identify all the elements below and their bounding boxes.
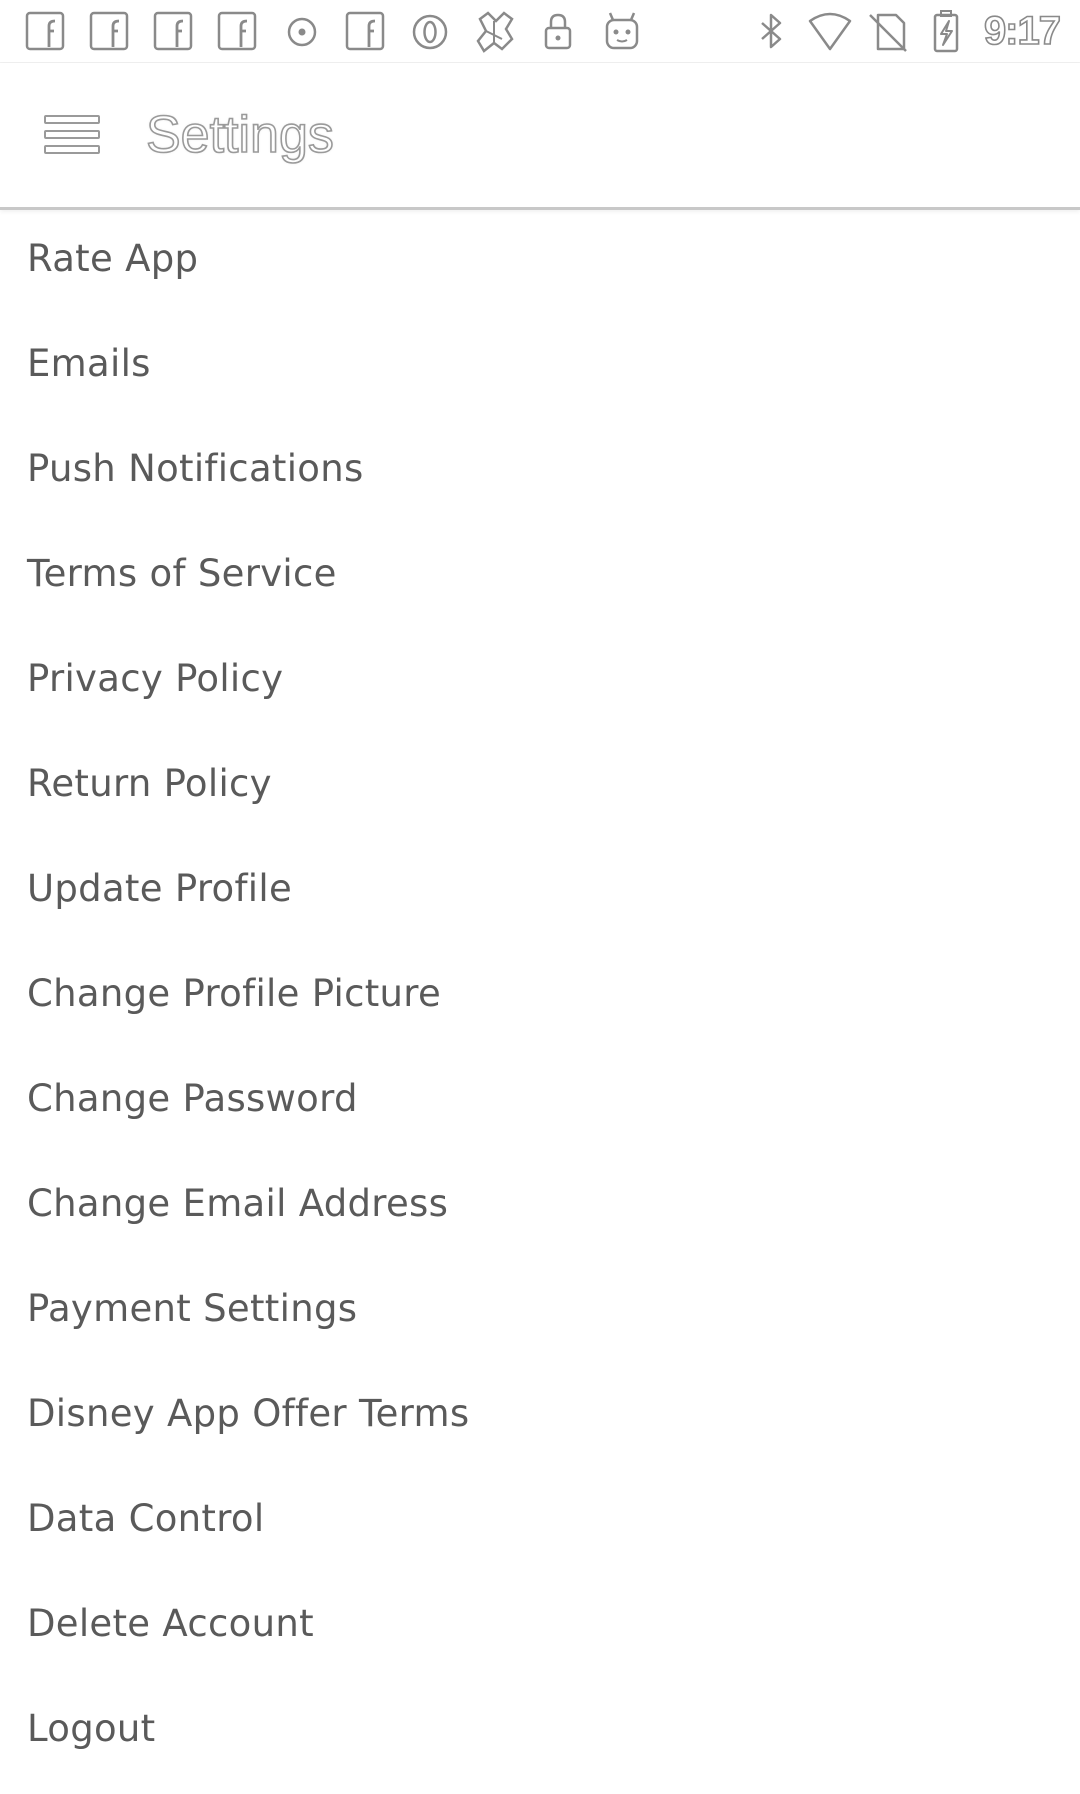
android-icon <box>600 9 644 53</box>
record-icon <box>280 9 324 53</box>
facebook-icon <box>152 9 196 53</box>
status-bar: 9:17 <box>0 0 1080 63</box>
settings-item-label: Logout <box>27 1707 156 1750</box>
settings-item-label: Rate App <box>27 237 199 280</box>
settings-item-push-notifications[interactable]: Push Notifications <box>0 422 1080 527</box>
settings-item-label: Change Profile Picture <box>27 972 442 1015</box>
settings-item-label: Disney App Offer Terms <box>27 1392 470 1435</box>
settings-item-rate-app[interactable]: Rate App <box>0 212 1080 317</box>
notification-icons <box>24 8 644 54</box>
settings-item-label: Change Email Address <box>27 1182 449 1225</box>
settings-item-privacy-policy[interactable]: Privacy Policy <box>0 632 1080 737</box>
settings-item-label: Return Policy <box>27 762 272 805</box>
settings-item-change-profile-picture[interactable]: Change Profile Picture <box>0 947 1080 1052</box>
facebook-icon <box>88 9 132 53</box>
settings-item-label: Privacy Policy <box>27 657 284 700</box>
settings-item-logout[interactable]: Logout <box>0 1682 1080 1787</box>
settings-item-terms-of-service[interactable]: Terms of Service <box>0 527 1080 632</box>
settings-item-disney-app-offer-terms[interactable]: Disney App Offer Terms <box>0 1367 1080 1472</box>
settings-item-label: Delete Account <box>27 1602 314 1645</box>
settings-item-return-policy[interactable]: Return Policy <box>0 737 1080 842</box>
settings-screen: 9:17 Settings Rate App Emails Push Notif… <box>0 0 1080 1794</box>
facebook-icon <box>216 9 260 53</box>
wifi-icon <box>808 9 852 53</box>
clock: 9:17 <box>983 8 1062 54</box>
page-title: Settings <box>145 105 334 165</box>
settings-item-label: Payment Settings <box>27 1287 358 1330</box>
settings-item-data-control[interactable]: Data Control <box>0 1472 1080 1577</box>
menu-button[interactable] <box>40 107 104 163</box>
settings-item-label: Terms of Service <box>27 552 337 595</box>
settings-item-change-password[interactable]: Change Password <box>0 1052 1080 1157</box>
bluetooth-icon <box>750 9 794 53</box>
facebook-icon <box>344 9 388 53</box>
no-sim-icon <box>866 9 910 53</box>
settings-item-delete-account[interactable]: Delete Account <box>0 1577 1080 1682</box>
settings-item-emails[interactable]: Emails <box>0 317 1080 422</box>
settings-item-label: Emails <box>27 342 151 385</box>
settings-item-label: Update Profile <box>27 867 293 910</box>
lock-icon <box>536 9 580 53</box>
hamburger-menu-icon <box>44 115 100 154</box>
settings-item-payment-settings[interactable]: Payment Settings <box>0 1262 1080 1367</box>
settings-item-label: Change Password <box>27 1077 358 1120</box>
settings-list: Rate App Emails Push Notifications Terms… <box>0 212 1080 1787</box>
gift-icon <box>472 9 516 53</box>
opera-icon <box>408 9 452 53</box>
settings-item-update-profile[interactable]: Update Profile <box>0 842 1080 947</box>
battery-charging-icon <box>924 9 968 53</box>
settings-item-change-email-address[interactable]: Change Email Address <box>0 1157 1080 1262</box>
facebook-icon <box>24 9 68 53</box>
settings-item-label: Push Notifications <box>27 447 364 490</box>
system-icons: 9:17 <box>750 8 1062 54</box>
app-bar: Settings <box>0 63 1080 210</box>
settings-item-label: Data Control <box>27 1497 265 1540</box>
